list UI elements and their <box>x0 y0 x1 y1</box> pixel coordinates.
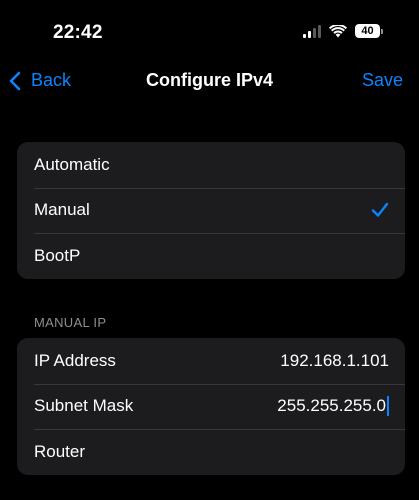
text-cursor <box>387 396 389 416</box>
status-time: 22:42 <box>53 22 103 43</box>
subnet-mask-row[interactable]: Subnet Mask 255.255.255.0 <box>17 383 405 430</box>
status-bar: 22:42 40 <box>0 0 419 64</box>
router-row[interactable]: Router <box>17 429 405 475</box>
wifi-icon <box>329 24 347 38</box>
router-label: Router <box>34 442 86 462</box>
mode-option-bootp[interactable]: BootP <box>17 233 405 279</box>
ip-address-label: IP Address <box>34 350 116 370</box>
manual-ip-fields: IP Address 192.168.1.101 Subnet Mask 255… <box>17 338 405 475</box>
mode-option-label: Automatic <box>34 154 110 174</box>
mode-option-automatic[interactable]: Automatic <box>17 142 405 188</box>
page-title: Configure IPv4 <box>145 70 274 90</box>
battery-icon: 40 <box>355 24 383 38</box>
status-icons: 40 <box>303 24 383 38</box>
save-button[interactable]: Save <box>362 70 403 91</box>
subnet-mask-label: Subnet Mask <box>34 396 134 416</box>
battery-level: 40 <box>355 24 380 38</box>
mode-option-label: Manual <box>34 200 90 220</box>
ip-address-input[interactable]: 192.168.1.101 <box>280 351 389 371</box>
subnet-mask-input[interactable]: 255.255.255.0 <box>277 396 389 416</box>
manual-ip-section-header: MANUAL IP <box>34 315 107 330</box>
mode-option-label: BootP <box>34 246 81 266</box>
cellular-signal-icon <box>303 24 321 38</box>
mode-option-manual[interactable]: Manual <box>17 187 405 234</box>
configure-mode-list: Automatic Manual BootP <box>17 142 405 279</box>
subnet-mask-value: 255.255.255.0 <box>277 396 386 416</box>
checkmark-icon <box>371 202 389 218</box>
ip-address-row[interactable]: IP Address 192.168.1.101 <box>17 338 405 384</box>
navigation-bar: Back Configure IPv4 Save <box>0 64 419 100</box>
